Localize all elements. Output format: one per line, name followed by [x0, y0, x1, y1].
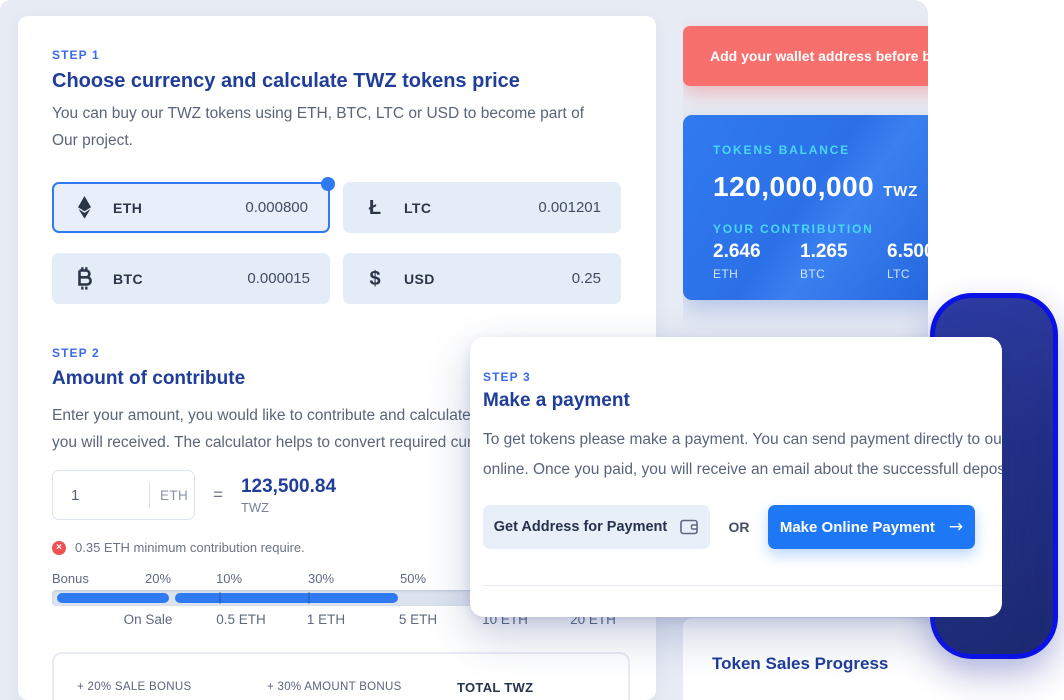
contribution-unit: LTC: [887, 267, 928, 281]
make-payment-popup: STEP 3 Make a payment To get tokens plea…: [470, 337, 1002, 617]
arrow-right-icon: →: [949, 517, 963, 537]
step2-label: STEP 2: [52, 346, 100, 360]
bonus-label: Bonus: [52, 571, 89, 586]
bonus-eth-label: 0.5 ETH: [216, 612, 266, 627]
step1-label: STEP 1: [52, 48, 100, 62]
bonus-bar-segment: [57, 593, 169, 603]
bonus-bar-segment: [175, 593, 398, 603]
tokens-balance-row: 120,000,000 TWZ: [713, 171, 918, 203]
dollar-icon: $: [363, 269, 387, 289]
contribution-value: 2.646: [713, 241, 800, 263]
contribution-unit: ETH: [713, 267, 800, 281]
step2-title: Amount of contribute: [52, 368, 245, 390]
currency-code: LTC: [404, 200, 431, 216]
tokens-balance-unit: TWZ: [883, 183, 918, 200]
amount-box: ETH: [52, 470, 195, 520]
amount-unit-label: ETH: [149, 482, 188, 508]
wallet-alert-text: Add your wallet address before bu: [683, 48, 928, 64]
wallet-alert-banner[interactable]: Add your wallet address before bu: [683, 26, 928, 86]
contribution-value: 1.265: [800, 241, 887, 263]
currency-rate: 0.001201: [538, 199, 601, 216]
get-address-button[interactable]: Get Address for Payment: [483, 505, 710, 549]
bonus-percent-label: 20%: [145, 571, 171, 586]
payment-buttons-row: Get Address for Payment OR Make Online P…: [483, 505, 975, 549]
currency-card-eth[interactable]: ETH 0.000800: [52, 182, 330, 233]
make-online-payment-label: Make Online Payment: [780, 519, 935, 536]
bonus-bar-tick: [308, 592, 310, 604]
step3-description-line2: online. Once you paid, you will receive …: [483, 455, 1002, 485]
step1-description: You can buy our TWZ tokens using ETH, BT…: [52, 100, 614, 154]
tokens-balance-value: 120,000,000: [713, 171, 874, 203]
currency-card-btc[interactable]: BTC 0.000015: [52, 253, 330, 304]
bonus-percent-label: 30%: [308, 571, 334, 586]
get-address-label: Get Address for Payment: [494, 519, 668, 535]
make-online-payment-button[interactable]: Make Online Payment →: [768, 505, 975, 549]
currency-rate: 0.000015: [247, 270, 310, 287]
currency-rate: 0.000800: [245, 199, 308, 216]
step3-label: STEP 3: [483, 370, 531, 384]
step3-title: Make a payment: [483, 390, 630, 412]
contribution-eth: 2.646 ETH: [713, 241, 800, 281]
bonus-bar-tick: [219, 592, 221, 604]
total-twz-label: TOTAL TWZ: [457, 680, 533, 695]
currency-card-ltc[interactable]: Ł LTC 0.001201: [343, 182, 621, 233]
bonus-eth-label: On Sale: [124, 612, 173, 627]
currency-code: USD: [404, 271, 435, 287]
conversion-result: 123,500.84 TWZ: [241, 476, 336, 515]
error-icon: ×: [52, 541, 66, 555]
currency-rate: 0.25: [572, 270, 601, 287]
contribution-value: 6.500: [887, 241, 928, 263]
wallet-icon: [680, 519, 699, 535]
tokens-balance-label: TOKENS BALANCE: [713, 143, 850, 157]
contribution-btc: 1.265 BTC: [800, 241, 887, 281]
minimum-contribution-error: × 0.35 ETH minimum contribution require.: [52, 540, 305, 555]
step1-title: Choose currency and calculate TWZ tokens…: [52, 70, 520, 93]
bonus-eth-label: 5 ETH: [399, 612, 437, 627]
sale-bonus-label: + 20% SALE BONUS: [77, 681, 191, 693]
currency-code: ETH: [113, 200, 142, 216]
currency-card-usd[interactable]: $ USD 0.25: [343, 253, 621, 304]
calculator-row: ETH = 123,500.84 TWZ: [52, 470, 336, 520]
step3-description-line1: To get tokens please make a payment. You…: [483, 425, 1002, 455]
equals-sign: =: [213, 485, 223, 505]
bonus-percent-label: 50%: [400, 571, 426, 586]
ethereum-icon: [72, 196, 96, 219]
or-label: OR: [710, 519, 768, 535]
selected-dot: [321, 177, 335, 191]
bonus-eth-label: 1 ETH: [307, 612, 345, 627]
your-contribution-label: YOUR CONTRIBUTION: [713, 222, 874, 236]
contribution-ltc: 6.500 LTC: [887, 241, 928, 281]
result-unit: TWZ: [241, 500, 336, 515]
bitcoin-icon: [72, 267, 96, 290]
bonus-summary-box: + 20% SALE BONUS + 30% AMOUNT BONUS TOTA…: [52, 652, 630, 700]
step3-description: To get tokens please make a payment. You…: [483, 425, 1002, 485]
buy-tokens-screen: STEP 1 Choose currency and calculate TWZ…: [0, 0, 1064, 700]
litecoin-icon: Ł: [363, 198, 387, 218]
amount-bonus-label: + 30% AMOUNT BONUS: [267, 681, 402, 693]
token-sales-progress-title: Token Sales Progress: [712, 654, 888, 674]
result-value: 123,500.84: [241, 476, 336, 498]
tokens-balance-card: TOKENS BALANCE 120,000,000 TWZ YOUR CONT…: [683, 115, 928, 300]
amount-input[interactable]: [53, 472, 149, 518]
bonus-percent-label: 10%: [216, 571, 242, 586]
currency-code: BTC: [113, 271, 143, 287]
error-text: 0.35 ETH minimum contribution require.: [75, 540, 305, 555]
contributions-row: 2.646 ETH 1.265 BTC 6.500 LTC: [713, 241, 928, 281]
popup-divider: [483, 585, 1002, 586]
contribution-unit: BTC: [800, 267, 887, 281]
token-sales-progress-card: Token Sales Progress: [683, 618, 928, 700]
